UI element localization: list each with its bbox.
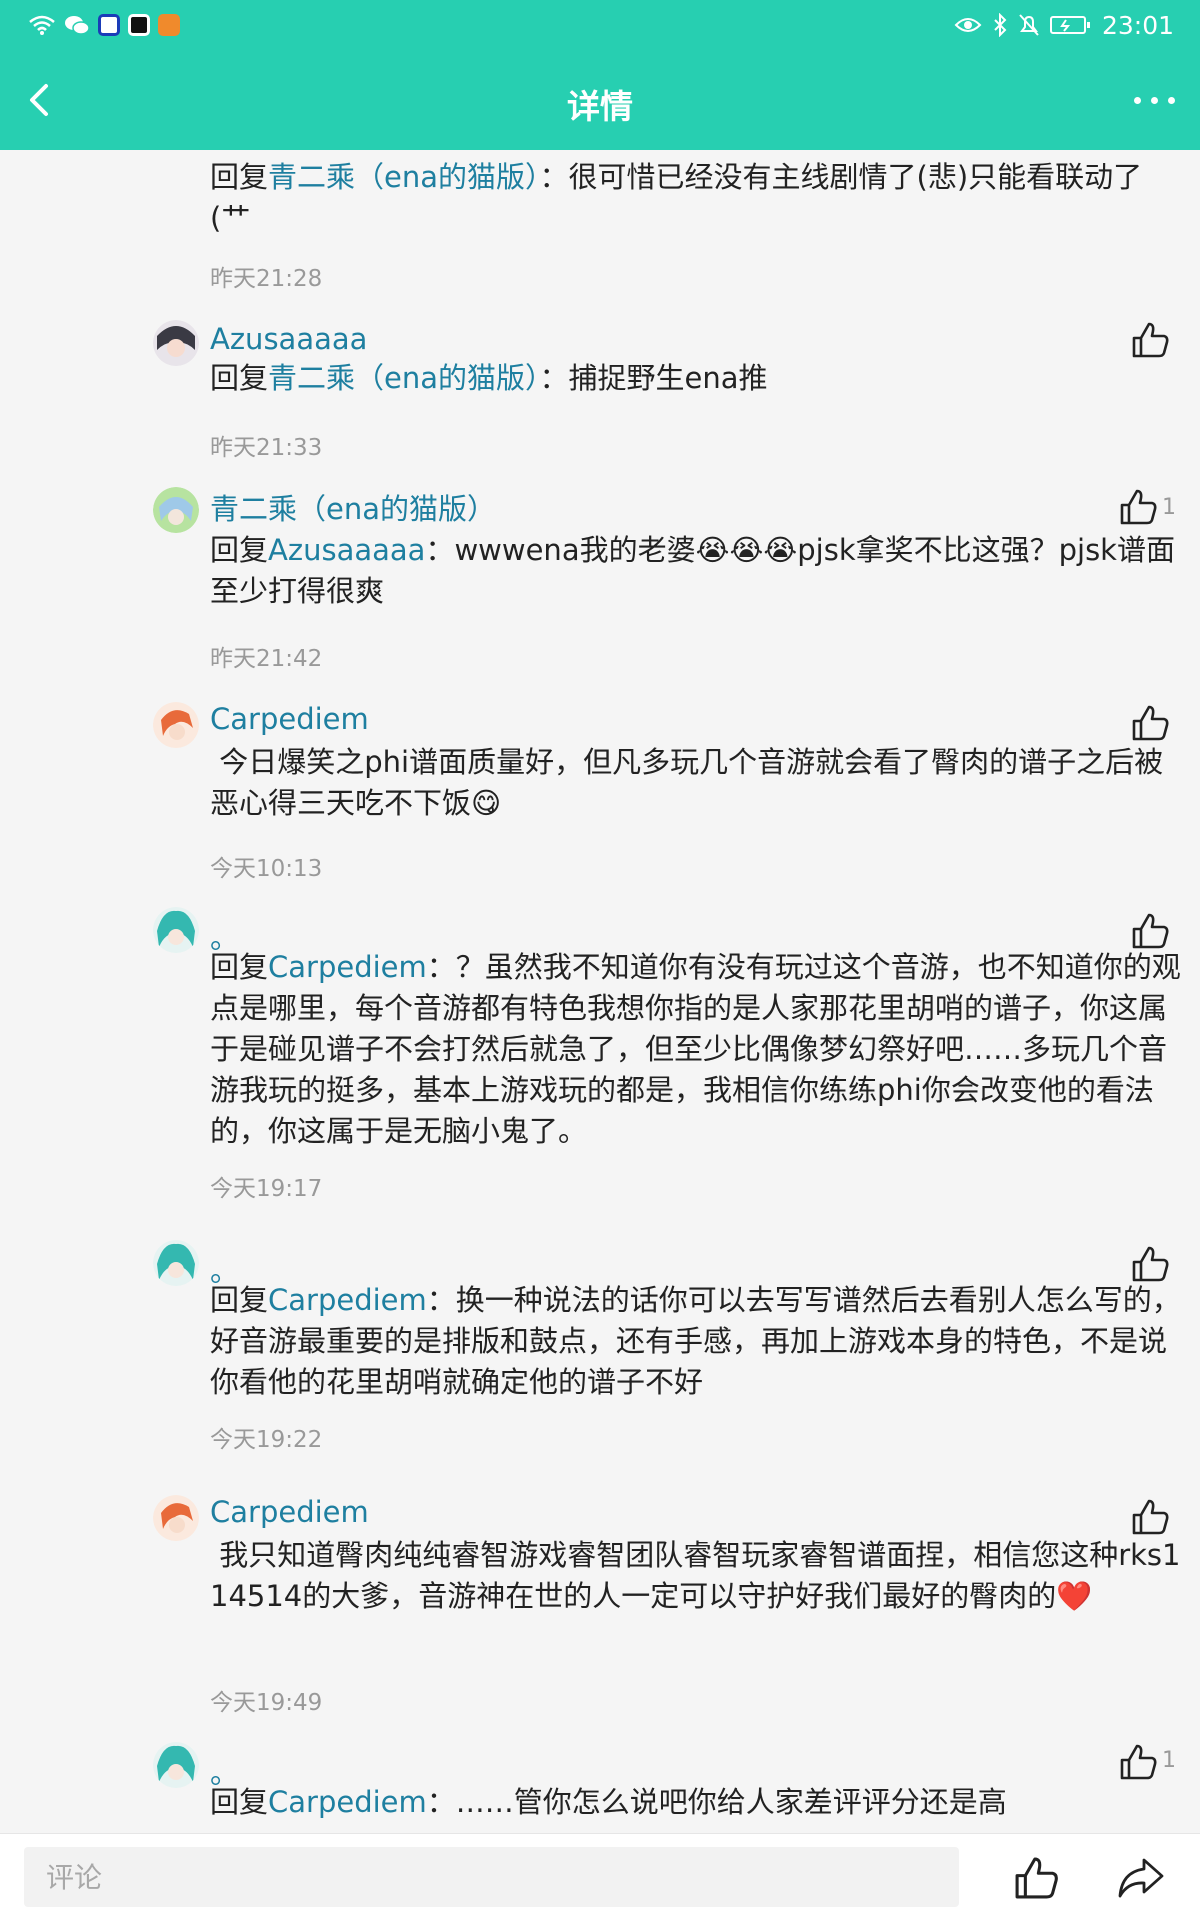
status-bar: 23:01 bbox=[0, 0, 1200, 50]
status-left-icons bbox=[28, 10, 180, 40]
comment-list[interactable]: 回复青二乘（ena的猫版）：很可惜已经没有主线剧情了(悲)只能看联动了(艹 昨天… bbox=[0, 150, 1200, 1833]
more-dots-icon bbox=[1150, 96, 1158, 104]
comment-time: 今天19:17 bbox=[210, 1176, 323, 1202]
page-title: 详情 bbox=[567, 87, 633, 126]
comment-time: 昨天21:28 bbox=[210, 266, 323, 292]
comment-text: 回复青二乘（ena的猫版）：捕捉野生ena推 bbox=[210, 361, 768, 395]
app-icon-blue bbox=[98, 14, 120, 36]
header-bar: 详情 bbox=[0, 50, 1200, 150]
reply-target-link[interactable]: Carpediem bbox=[268, 1283, 427, 1317]
comment-time: 今天19:49 bbox=[210, 1690, 323, 1716]
reply-target-link[interactable]: Carpediem bbox=[268, 1785, 427, 1819]
battery-icon bbox=[1049, 16, 1090, 34]
bottom-bar bbox=[0, 1833, 1200, 1921]
comment-text: 回复Carpediem：？虽然我不知道你有没有玩过这个音游，也不知道你的观点是哪… bbox=[210, 950, 1181, 1148]
thumbs-up-icon[interactable] bbox=[1128, 318, 1172, 362]
avatar[interactable] bbox=[153, 320, 199, 366]
reply-target-link[interactable]: 青二乘（ena的猫版） bbox=[268, 160, 540, 194]
app-icon-orange bbox=[158, 14, 180, 36]
reply-target-link[interactable]: Azusaaaaa bbox=[268, 533, 425, 567]
thumbs-up-icon[interactable] bbox=[1010, 1852, 1062, 1904]
like-count: 1 bbox=[1162, 495, 1176, 520]
eye-icon bbox=[954, 18, 982, 32]
like-count: 1 bbox=[1162, 1748, 1176, 1773]
comment-input[interactable] bbox=[24, 1847, 959, 1907]
avatar[interactable] bbox=[153, 1742, 199, 1788]
comment-time: 今天19:22 bbox=[210, 1427, 323, 1453]
more-button[interactable] bbox=[1126, 88, 1182, 112]
thumbs-up-icon[interactable] bbox=[1128, 701, 1172, 745]
reply-target-link[interactable]: Carpediem bbox=[268, 950, 427, 984]
comment-time: 昨天21:33 bbox=[210, 435, 323, 461]
status-right-icons: 23:01 bbox=[954, 10, 1174, 40]
thumbs-up-icon[interactable] bbox=[1116, 1740, 1160, 1784]
comment-author[interactable]: Carpediem bbox=[210, 1495, 369, 1529]
more-dots-icon bbox=[1133, 96, 1141, 104]
comment-author[interactable]: 青二乘（ena的猫版） bbox=[210, 486, 496, 528]
comment-author[interactable]: Carpediem bbox=[210, 702, 369, 736]
comment-text: 回复青二乘（ena的猫版）：很可惜已经没有主线剧情了(悲)只能看联动了(艹 bbox=[210, 160, 1143, 235]
thumbs-up-icon[interactable] bbox=[1128, 1495, 1172, 1539]
more-dots-icon bbox=[1167, 96, 1175, 104]
reply-target-link[interactable]: 青二乘（ena的猫版） bbox=[268, 361, 540, 395]
avatar[interactable] bbox=[153, 907, 199, 953]
status-time: 23:01 bbox=[1101, 10, 1174, 40]
wechat-icon bbox=[65, 16, 90, 35]
avatar[interactable] bbox=[153, 702, 199, 748]
share-icon[interactable] bbox=[1114, 1852, 1168, 1904]
app-icon-black bbox=[128, 14, 150, 36]
comment-time: 昨天21:42 bbox=[210, 646, 323, 672]
comment-text: 回复Carpediem：换一种说法的话你可以去写写谱然后去看别人怎么写的，好音游… bbox=[210, 1283, 1181, 1399]
mute-icon bbox=[1019, 14, 1039, 36]
avatar[interactable] bbox=[153, 487, 199, 533]
comment-text: 回复Azusaaaaa：wwwena我的老婆😭😭😭pjsk拿奖不比这强？pjsk… bbox=[210, 533, 1175, 608]
comment-text: 我只知道臀肉纯纯睿智游戏睿智团队睿智玩家睿智谱面捏，相信您这种rks114514… bbox=[210, 1538, 1181, 1613]
wifi-icon bbox=[29, 15, 55, 35]
comment-text: 回复Carpediem：……管你怎么说吧你给人家差评评分还是高 bbox=[210, 1785, 1007, 1819]
avatar[interactable] bbox=[153, 1240, 199, 1286]
comment-text: 今日爆笑之phi谱面质量好，但凡多玩几个音游就会看了臀肉的谱子之后被恶心得三天吃… bbox=[210, 745, 1164, 820]
thumbs-up-icon[interactable] bbox=[1116, 485, 1160, 529]
comment-author[interactable]: Azusaaaaa bbox=[210, 322, 367, 356]
bluetooth-icon bbox=[994, 13, 1007, 37]
comment-time: 今天10:13 bbox=[210, 856, 323, 882]
avatar[interactable] bbox=[153, 1495, 199, 1541]
